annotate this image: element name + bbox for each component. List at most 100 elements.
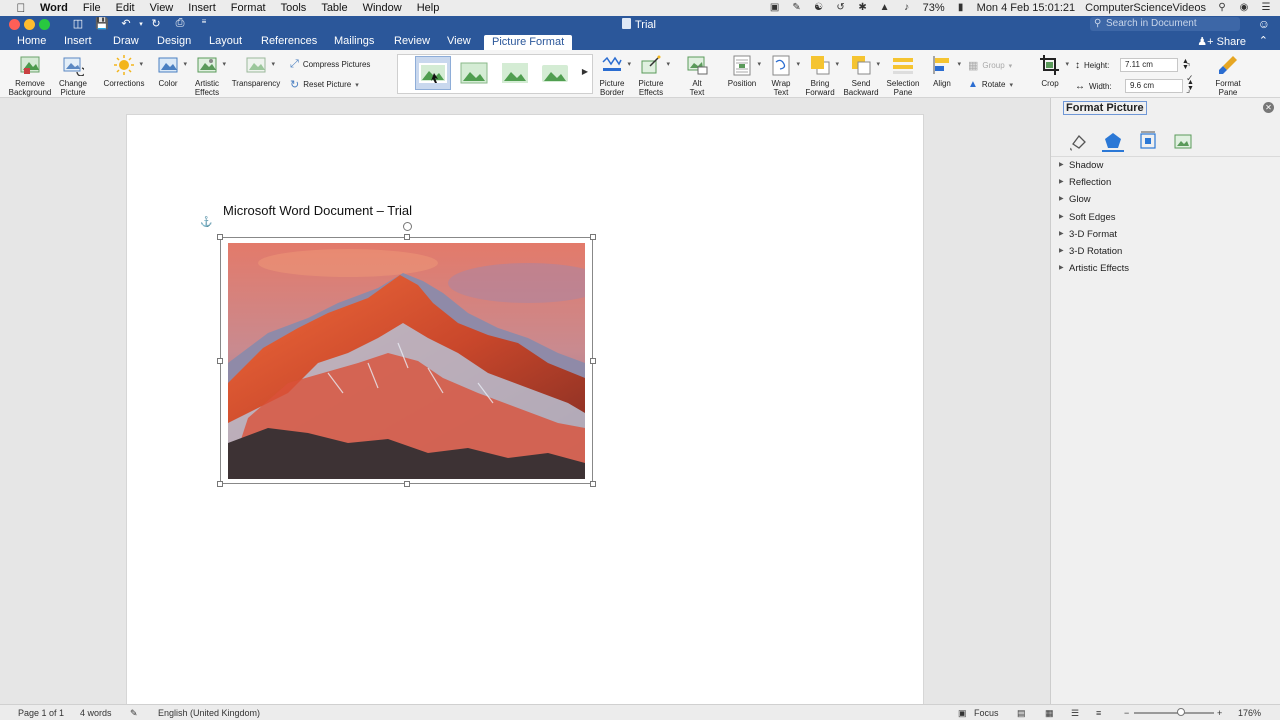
zoom-level[interactable]: 176% xyxy=(1238,708,1261,718)
menu-tools[interactable]: Tools xyxy=(281,2,307,14)
focus-icon[interactable]: ▣ xyxy=(958,708,967,719)
section-3d-rotation[interactable]: 3-D Rotation xyxy=(1051,243,1280,260)
wifi-icon[interactable]: ▲ xyxy=(879,3,891,13)
menu-app-word[interactable]: Word xyxy=(40,2,68,14)
spotlight-icon[interactable]: ⚲ xyxy=(1216,3,1228,13)
mountain-picture[interactable] xyxy=(228,243,585,479)
undo-icon[interactable]: ↶ xyxy=(118,17,134,30)
battery-percent[interactable]: 73% xyxy=(923,2,945,14)
tab-references[interactable]: References xyxy=(261,35,317,47)
menu-view[interactable]: View xyxy=(150,2,174,14)
tab-view[interactable]: View xyxy=(447,35,471,47)
screen-record-icon[interactable]: ▣ xyxy=(769,3,781,13)
resize-handle-right[interactable] xyxy=(590,358,596,364)
section-3d-format[interactable]: 3-D Format xyxy=(1051,226,1280,243)
zoom-slider-knob[interactable] xyxy=(1177,708,1185,716)
section-artistic-effects[interactable]: Artistic Effects xyxy=(1051,260,1280,277)
print-layout-view-icon[interactable]: ▤ xyxy=(1017,708,1026,719)
picture-style-4[interactable] xyxy=(541,61,569,85)
align-button[interactable]: ▾ Align xyxy=(929,54,961,88)
feedback-smiley-icon[interactable]: ☺ xyxy=(1258,17,1270,31)
search-document-input[interactable]: ⚲ Search in Document xyxy=(1090,17,1240,31)
section-glow[interactable]: Glow xyxy=(1051,191,1280,208)
rotate-button[interactable]: ▲ Rotate ▾ xyxy=(968,79,1013,90)
menu-insert[interactable]: Insert xyxy=(188,2,216,14)
menu-table[interactable]: Table xyxy=(321,2,347,14)
picture-style-2[interactable] xyxy=(460,61,488,85)
undo-dropdown-icon[interactable]: ▾ xyxy=(133,20,149,28)
resize-handle-top-left[interactable] xyxy=(217,234,223,240)
accessibility-icon[interactable]: ☯ xyxy=(813,3,825,13)
menubar-clock[interactable]: Mon 4 Feb 15:01:21 xyxy=(977,2,1075,14)
menu-file[interactable]: File xyxy=(83,2,101,14)
picture-tab-icon[interactable] xyxy=(1172,130,1194,152)
web-layout-view-icon[interactable]: ▦ xyxy=(1045,708,1054,719)
menu-format[interactable]: Format xyxy=(231,2,266,14)
proofing-icon[interactable]: ✎ xyxy=(130,708,138,719)
document-canvas[interactable]: Microsoft Word Document – Trial ⚓ xyxy=(0,98,1050,704)
zoom-out-icon[interactable]: − xyxy=(1124,708,1129,718)
tab-picture-format[interactable]: Picture Format xyxy=(484,35,573,51)
tab-draw[interactable]: Draw xyxy=(113,35,139,47)
apple-menu-icon[interactable]:  xyxy=(14,1,28,15)
bluetooth-icon[interactable]: ✱ xyxy=(857,3,869,13)
resize-handle-bottom-right[interactable] xyxy=(590,481,596,487)
artistic-effects-button[interactable]: ▾ Artistic Effects xyxy=(190,54,226,97)
ink-icon[interactable]: ✎ xyxy=(791,3,803,13)
resize-handle-top[interactable] xyxy=(404,234,410,240)
section-reflection[interactable]: Reflection xyxy=(1051,174,1280,191)
print-icon[interactable]: ⎙ xyxy=(172,17,188,30)
bring-forward-button[interactable]: ▾ Bring Forward xyxy=(803,54,839,97)
tab-design[interactable]: Design xyxy=(157,35,191,47)
tab-review[interactable]: Review xyxy=(394,35,430,47)
menu-help[interactable]: Help xyxy=(417,2,440,14)
zoom-slider[interactable] xyxy=(1134,712,1214,714)
window-fullscreen-button[interactable] xyxy=(39,19,50,30)
height-input[interactable]: 7.11 cm xyxy=(1120,58,1178,72)
outline-view-icon[interactable]: ☰ xyxy=(1071,708,1079,719)
section-shadow[interactable]: Shadow xyxy=(1051,157,1280,174)
selected-picture-frame[interactable] xyxy=(217,222,596,487)
color-button[interactable]: ▾ Color xyxy=(154,54,187,88)
tab-home[interactable]: Home xyxy=(17,35,46,47)
crop-button[interactable]: ▾ Crop xyxy=(1036,54,1069,88)
volume-icon[interactable]: ♪ xyxy=(901,3,913,13)
redo-icon[interactable]: ↻ xyxy=(148,17,164,30)
transparency-button[interactable]: ▾ Transparency xyxy=(229,54,283,88)
position-button[interactable]: ▾ Position xyxy=(724,54,761,88)
resize-handle-left[interactable] xyxy=(217,358,223,364)
document-page[interactable]: Microsoft Word Document – Trial ⚓ xyxy=(126,114,924,704)
effects-tab-icon[interactable] xyxy=(1102,130,1124,152)
menu-window[interactable]: Window xyxy=(363,2,402,14)
word-count[interactable]: 4 words xyxy=(80,708,112,718)
gallery-scroll-right-icon[interactable]: ▶ xyxy=(582,67,588,76)
picture-effects-button[interactable]: ▾ Picture Effects xyxy=(635,54,670,97)
draft-view-icon[interactable]: ≡ xyxy=(1096,708,1101,718)
resize-handle-bottom-left[interactable] xyxy=(217,481,223,487)
menu-edit[interactable]: Edit xyxy=(116,2,135,14)
lock-aspect-ratio-icon[interactable]: ⌝ ✓ ⌟ xyxy=(1186,62,1194,95)
picture-style-3[interactable] xyxy=(501,61,529,85)
tab-layout[interactable]: Layout xyxy=(209,35,242,47)
remove-background-button[interactable]: Remove Background xyxy=(6,54,54,97)
anchor-icon[interactable]: ⚓ xyxy=(200,217,212,228)
corrections-button[interactable]: ▾ Corrections xyxy=(101,54,147,88)
document-heading[interactable]: Microsoft Word Document – Trial xyxy=(223,203,412,218)
time-machine-icon[interactable]: ↺ xyxy=(835,3,847,13)
resize-handle-top-right[interactable] xyxy=(590,234,596,240)
zoom-in-icon[interactable]: + xyxy=(1217,708,1222,718)
rotate-handle[interactable] xyxy=(403,222,412,231)
siri-icon[interactable]: ◉ xyxy=(1238,3,1250,13)
section-soft-edges[interactable]: Soft Edges xyxy=(1051,209,1280,226)
layout-properties-tab-icon[interactable] xyxy=(1137,130,1159,152)
width-input[interactable]: 9.6 cm xyxy=(1125,79,1183,93)
collapse-ribbon-icon[interactable]: ⌃ xyxy=(1259,34,1268,47)
format-pane-button[interactable]: Format Pane xyxy=(1210,54,1246,97)
reset-picture-button[interactable]: ↻ Reset Picture ▾ xyxy=(290,78,359,91)
picture-style-1[interactable] xyxy=(415,56,451,90)
tab-insert[interactable]: Insert xyxy=(64,35,92,47)
battery-icon[interactable]: ▮ xyxy=(955,3,967,13)
language-indicator[interactable]: English (United Kingdom) xyxy=(158,708,260,718)
share-button[interactable]: ♟+ Share xyxy=(1197,35,1246,48)
menubar-user[interactable]: ComputerScienceVideos xyxy=(1085,2,1206,14)
